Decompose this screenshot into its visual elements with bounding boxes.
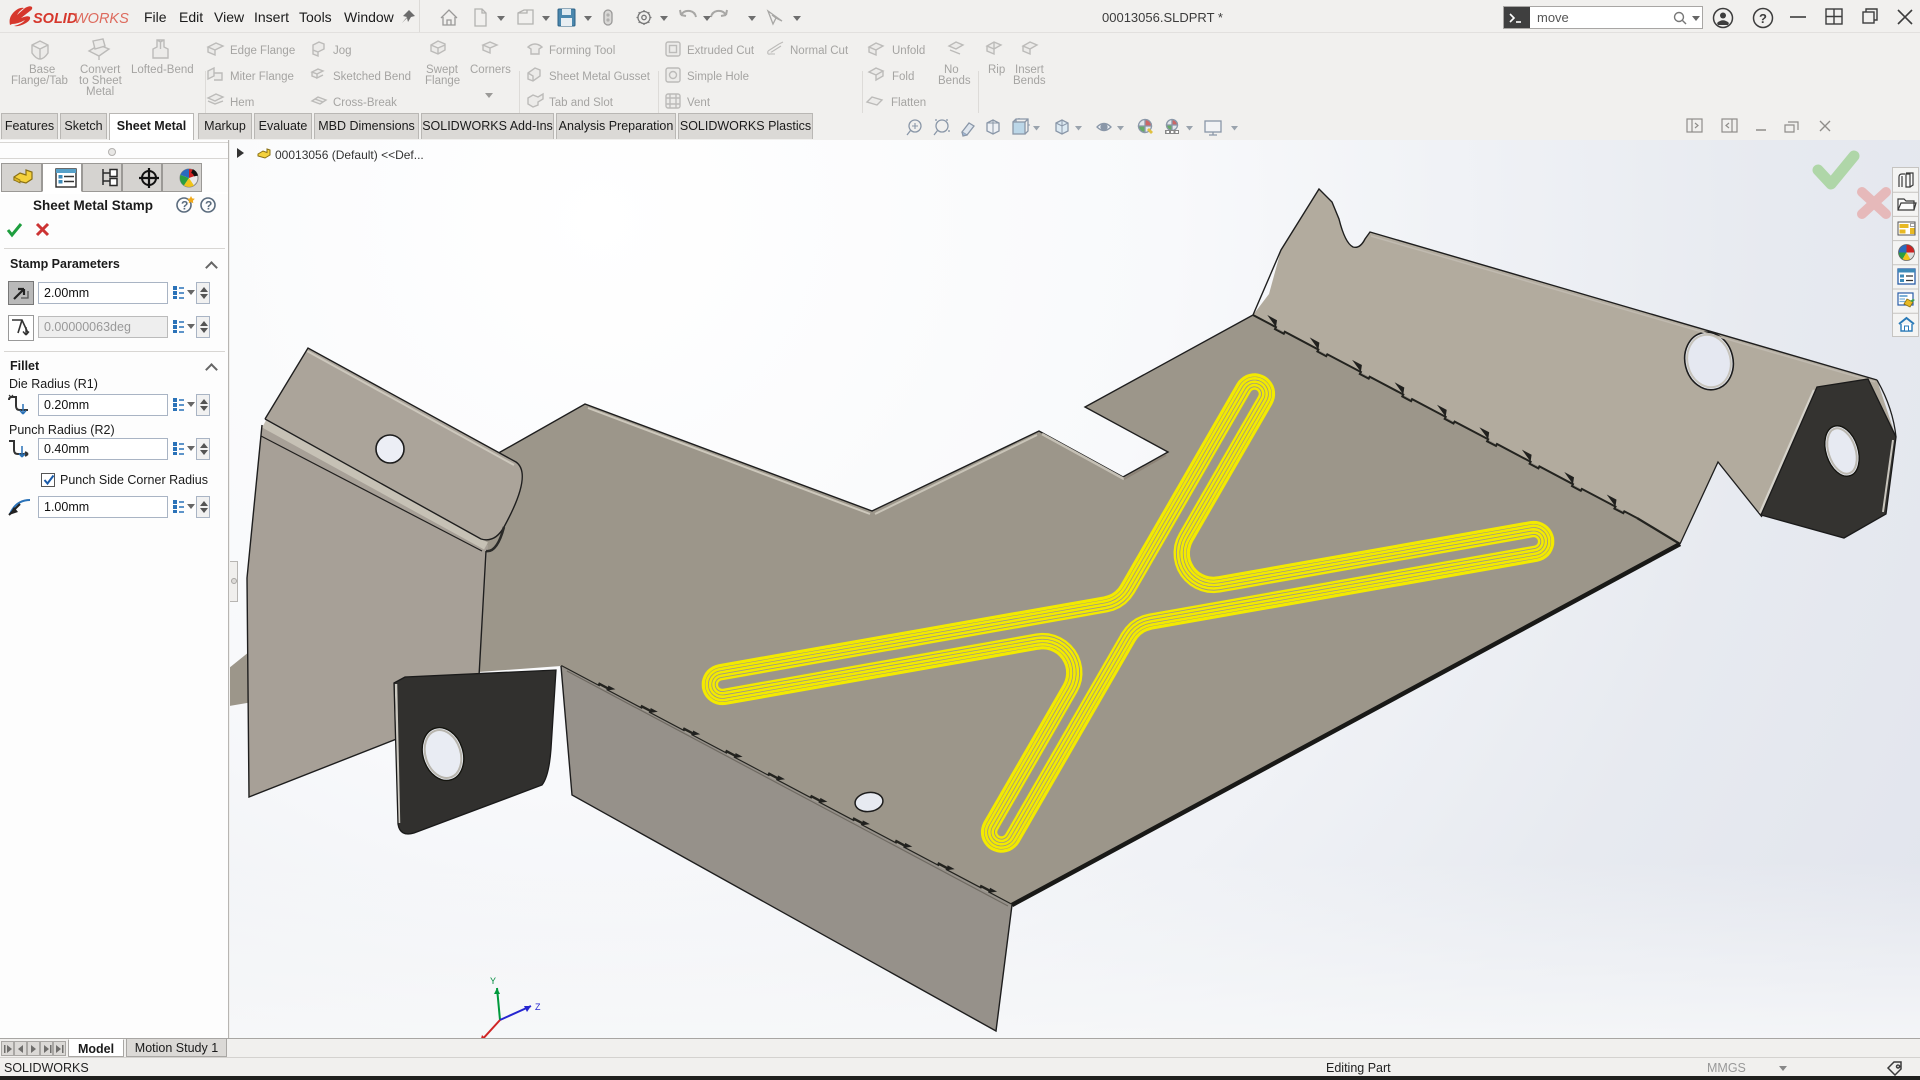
- svg-text:?: ?: [205, 199, 212, 213]
- svg-text:SOLID: SOLID: [33, 11, 78, 27]
- svg-text:?: ?: [1759, 11, 1767, 26]
- svg-text:?: ?: [181, 199, 188, 213]
- svg-text:Z: Z: [535, 1002, 541, 1012]
- svg-text:Y: Y: [490, 976, 496, 986]
- svg-text:WORKS: WORKS: [74, 11, 129, 27]
